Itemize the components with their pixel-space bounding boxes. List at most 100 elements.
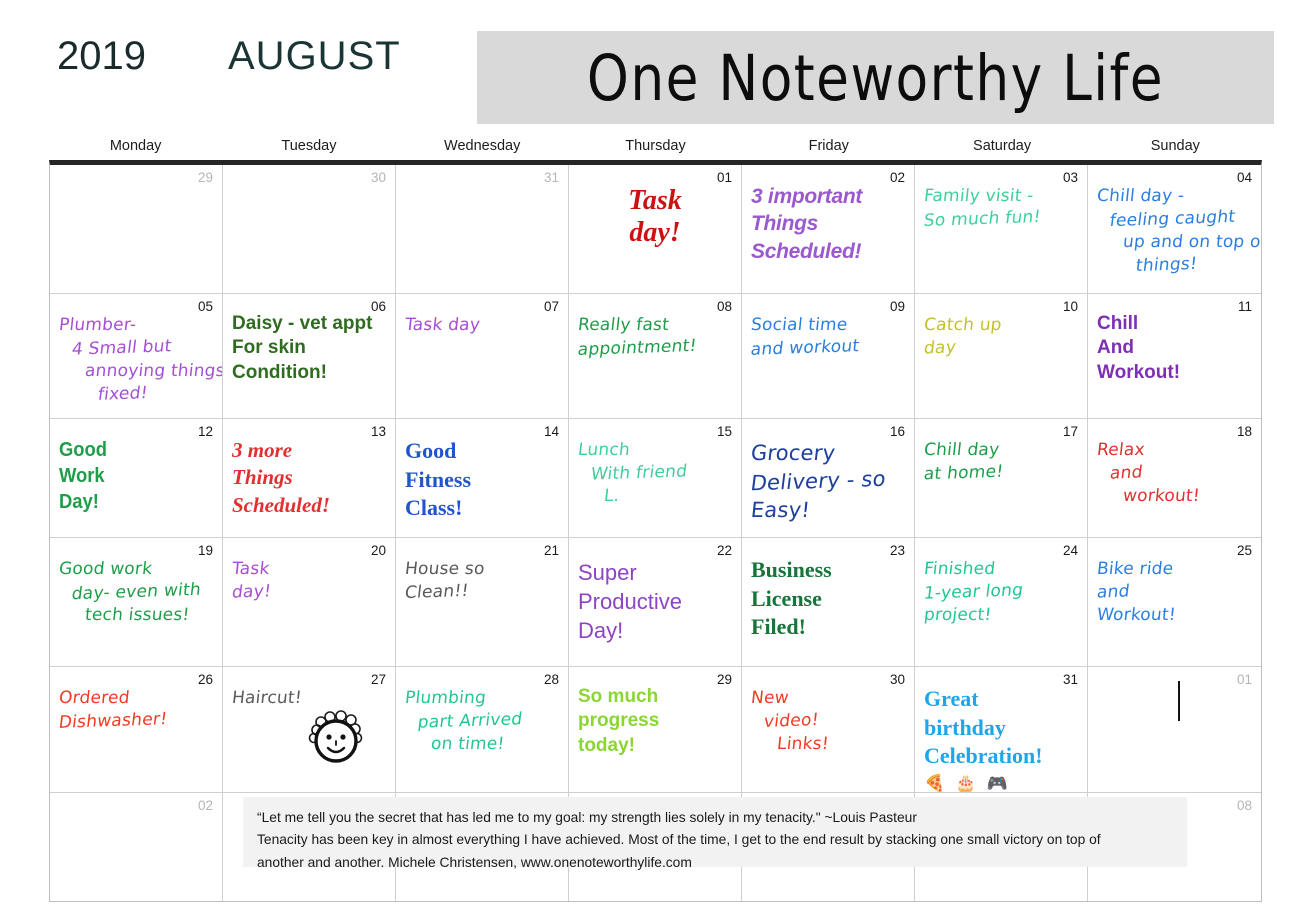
calendar-day-cell[interactable]: 12 Good Work Day! xyxy=(50,419,223,537)
note-line: 3 more xyxy=(232,438,293,462)
day-note[interactable]: Chill day at home! xyxy=(923,439,1078,485)
day-note[interactable]: Catch up day xyxy=(923,314,1078,360)
calendar-day-cell[interactable]: 05 Plumber- 4 Small but annoying things fixe… xyxy=(50,294,223,418)
day-number: 14 xyxy=(543,424,559,439)
day-note[interactable]: Good work day- even with tech issues! xyxy=(58,558,213,627)
calendar-day-cell[interactable]: 15 Lunch With friend L. xyxy=(569,419,742,537)
day-note[interactable]: Really fast appointment! xyxy=(577,314,732,360)
note-line: Things xyxy=(232,465,293,490)
day-note[interactable]: House so Clean!! xyxy=(404,558,559,604)
note-line: video! xyxy=(762,709,820,732)
day-note[interactable]: Daisy - vet appt For skin Condition! xyxy=(232,312,386,385)
day-number: 09 xyxy=(889,299,905,314)
note-line: Day! xyxy=(59,491,99,513)
calendar-day-cell[interactable]: 01 Task day! xyxy=(569,165,742,293)
calendar-day-cell[interactable]: 18 Relax and workout! xyxy=(1088,419,1261,537)
calendar-day-cell[interactable]: 03 Family visit - So much fun! xyxy=(915,165,1088,293)
day-number: 31 xyxy=(543,170,559,185)
calendar-day-cell[interactable]: 21 House so Clean!! xyxy=(396,538,569,666)
note-line: and workout xyxy=(749,336,861,360)
calendar-day-cell[interactable]: 04 Chill day - feeling caught up and on top… xyxy=(1088,165,1261,293)
day-number: 01 xyxy=(1236,672,1252,687)
calendar-day-cell[interactable]: 11 Chill And Workout! xyxy=(1088,294,1261,418)
note-line: fixed! xyxy=(96,382,149,405)
day-note[interactable]: Relax and workout! xyxy=(1096,439,1252,508)
calendar-day-cell[interactable]: 22 Super Productive Day! xyxy=(569,538,742,666)
note-line: Great xyxy=(924,686,979,711)
calendar-day-cell[interactable]: 24 Finished 1-year long project! xyxy=(915,538,1088,666)
calendar-day-cell[interactable]: 31 xyxy=(396,165,569,293)
calendar-day-cell[interactable]: 06 Daisy - vet appt For skin Condition! xyxy=(223,294,396,418)
calendar-day-cell[interactable]: 25 Bike ride and Workout! xyxy=(1088,538,1261,666)
day-number: 29 xyxy=(716,672,732,687)
note-line: Business xyxy=(751,557,832,582)
calendar-day-cell[interactable]: 31 Great birthday Celebration! 🍕 🎂 🎮 xyxy=(915,667,1088,792)
day-note[interactable]: Great birthday Celebration! 🍕 🎂 🎮 xyxy=(924,685,1078,792)
calendar-day-cell[interactable]: 08 Really fast appointment! xyxy=(569,294,742,418)
note-line: Lunch xyxy=(576,440,631,460)
note-line: Family visit - xyxy=(922,186,1035,206)
note-line: Things xyxy=(751,212,819,236)
day-note[interactable]: 3 more Things Scheduled! xyxy=(232,437,386,519)
note-line: Productive xyxy=(578,589,682,615)
page-header: 2019 AUGUST One Noteworthy Life xyxy=(0,0,1303,130)
day-note[interactable]: Business License Filed! xyxy=(751,556,905,642)
calendar-day-cell[interactable]: 29 xyxy=(50,165,223,293)
calendar-day-cell[interactable]: 28 Plumbing part Arrived on time! xyxy=(396,667,569,792)
day-note[interactable]: Family visit - So much fun! xyxy=(922,185,1078,231)
day-number: 22 xyxy=(716,543,732,558)
day-note[interactable]: Super Productive Day! xyxy=(578,558,732,645)
day-note[interactable]: New video! Links! xyxy=(750,687,905,756)
day-number: 19 xyxy=(197,543,213,558)
day-note[interactable]: Grocery Delivery - so Easy! xyxy=(749,439,905,524)
calendar-day-cell[interactable]: 02 3 important Things Scheduled! xyxy=(742,165,915,293)
calendar-day-cell[interactable]: 19 Good work day- even with tech issues! xyxy=(50,538,223,666)
day-number: 02 xyxy=(889,170,905,185)
day-number: 20 xyxy=(370,543,386,558)
calendar-day-cell[interactable]: 23 Business License Filed! xyxy=(742,538,915,666)
day-note[interactable]: Chill day - feeling caught up and on top o… xyxy=(1096,185,1261,277)
calendar-day-cell[interactable]: 13 3 more Things Scheduled! xyxy=(223,419,396,537)
day-note[interactable]: Bike ride and Workout! xyxy=(1096,558,1252,627)
day-note[interactable]: Task day! xyxy=(578,185,732,249)
calendar-day-cell[interactable]: 27 Haircut! xyxy=(223,667,396,792)
calendar-day-cell[interactable]: 16 Grocery Delivery - so Easy! xyxy=(742,419,915,537)
day-note[interactable]: Finished 1-year long project! xyxy=(923,558,1078,627)
day-note[interactable]: Chill And Workout! xyxy=(1097,312,1252,385)
calendar-day-cell[interactable]: 07 Task day xyxy=(396,294,569,418)
calendar-day-cell[interactable]: 20 Task day! xyxy=(223,538,396,666)
day-note[interactable]: Good Work Day! xyxy=(59,437,201,515)
calendar-day-cell[interactable]: 30 xyxy=(223,165,396,293)
calendar-page: 2019 AUGUST One Noteworthy Life Monday T… xyxy=(0,0,1303,913)
weekday-label-tuesday: Tuesday xyxy=(281,138,337,154)
day-note[interactable]: Task day xyxy=(404,314,559,337)
day-note[interactable]: Plumber- 4 Small but annoying things fixed! xyxy=(58,314,222,406)
calendar-day-cell[interactable]: 17 Chill day at home! xyxy=(915,419,1088,537)
note-line: License xyxy=(751,585,822,611)
note-line: Celebration! xyxy=(924,743,1043,769)
calendar-day-cell[interactable]: 01 xyxy=(1088,667,1261,792)
day-note[interactable]: Haircut! xyxy=(230,687,386,710)
day-note[interactable]: Plumbing part Arrived on time! xyxy=(404,687,559,756)
note-line: Haircut! xyxy=(230,688,303,708)
day-number: 01 xyxy=(716,170,732,185)
calendar-day-cell[interactable]: 10 Catch up day xyxy=(915,294,1088,418)
calendar-day-cell[interactable]: 26 Ordered Dishwasher! xyxy=(50,667,223,792)
note-line: feeling caught xyxy=(1108,206,1237,232)
day-note[interactable]: Lunch With friend L. xyxy=(576,439,732,508)
quote-line-3: another and another. Michele Christensen… xyxy=(257,854,692,870)
day-note[interactable]: So much progress today! xyxy=(578,685,732,758)
weekday-label-thursday: Thursday xyxy=(625,138,686,154)
day-note[interactable]: 3 important Things Scheduled! xyxy=(751,183,905,265)
calendar-day-cell[interactable]: 30 New video! Links! xyxy=(742,667,915,792)
calendar-day-cell[interactable]: 29 So much progress today! xyxy=(569,667,742,792)
note-line: 3 important xyxy=(751,185,863,208)
day-note[interactable]: Task day! xyxy=(231,558,386,604)
day-note[interactable]: Social time and workout xyxy=(749,314,905,360)
calendar-day-cell[interactable]: 02 xyxy=(50,793,223,901)
note-line: tech issues! xyxy=(83,604,191,625)
calendar-day-cell[interactable]: 14 Good Fitness Class! xyxy=(396,419,569,537)
day-note[interactable]: Good Fitness Class! xyxy=(405,437,559,523)
day-note[interactable]: Ordered Dishwasher! xyxy=(58,687,213,733)
calendar-day-cell[interactable]: 09 Social time and workout xyxy=(742,294,915,418)
